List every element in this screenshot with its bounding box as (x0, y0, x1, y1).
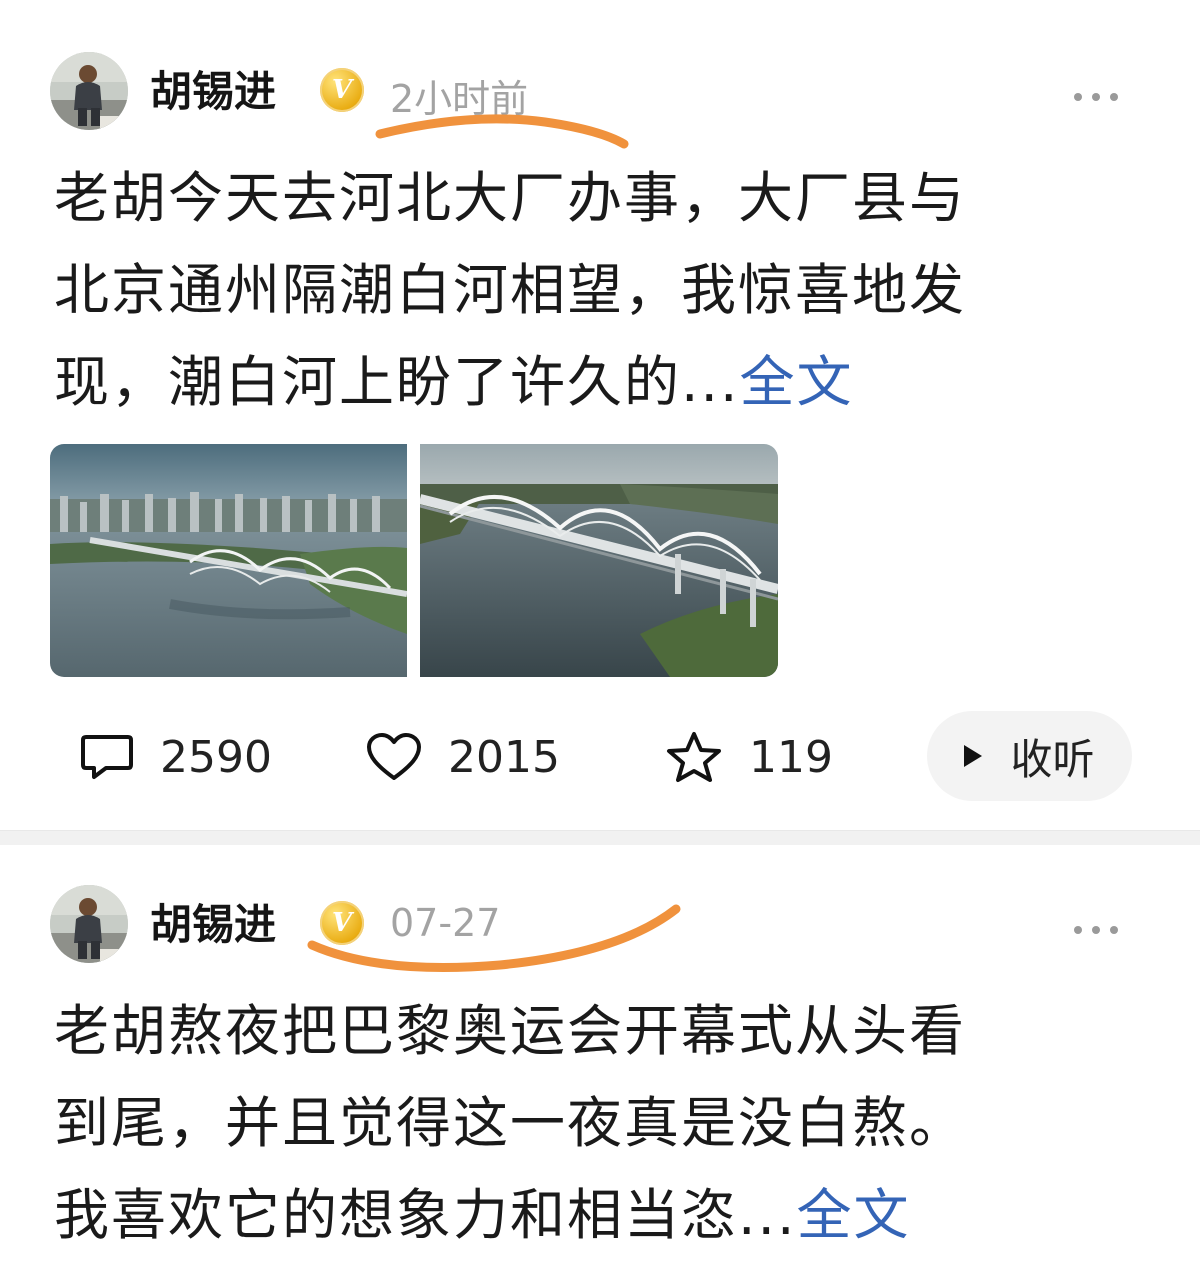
feed-post[interactable]: 胡锡进 V 07-27 老胡熬夜把巴黎奥运会开幕式从头看 到尾，并且觉得这一夜真… (0, 845, 1200, 1274)
content-line: 现，潮白河上盼了许久的...全文 (54, 336, 1154, 428)
play-icon (964, 745, 983, 767)
avatar[interactable] (50, 52, 128, 130)
content-text: 我喜欢它的想象力和相当恣... (54, 1183, 797, 1247)
content-line: 老胡今天去河北大厂办事，大厂县与 (54, 166, 967, 230)
post-time: 2小时前 (390, 77, 529, 121)
avatar-photo (50, 52, 128, 130)
post-divider (0, 830, 1200, 845)
author-name[interactable]: 胡锡进 (150, 58, 276, 119)
comment-button[interactable]: 2590 (80, 722, 272, 792)
favorite-button[interactable]: 119 (665, 722, 833, 792)
content-line: 老胡熬夜把巴黎奥运会开幕式从头看 (54, 999, 967, 1063)
listen-label: 收听 (1010, 734, 1095, 784)
like-button[interactable]: 2015 (366, 722, 560, 792)
favorite-count: 119 (749, 731, 833, 783)
photo-image (50, 444, 407, 677)
like-count: 2015 (448, 731, 560, 783)
star-icon (667, 732, 721, 782)
avatar[interactable] (50, 885, 128, 963)
more-dots-icon[interactable] (1074, 919, 1130, 934)
bridge-aerial-city-photo[interactable] (50, 444, 407, 677)
post-content[interactable]: 老胡熬夜把巴黎奥运会开幕式从头看 到尾，并且觉得这一夜真是没白熬。 我喜欢它的想… (54, 985, 1154, 1261)
full-text-link[interactable]: 全文 (739, 350, 853, 414)
comment-bubble-icon (81, 735, 133, 779)
verified-badge-icon: V (320, 901, 364, 945)
verified-badge-icon: V (320, 68, 364, 112)
feed-post[interactable]: 胡锡进 V 2小时前 老胡今天去河北大厂办事，大厂县与 北京通州隔潮白河相望，我… (0, 0, 1200, 830)
content-line: 到尾，并且觉得这一夜真是没白熬。 (54, 1091, 967, 1155)
listen-button[interactable]: 收听 (927, 711, 1132, 801)
author-name[interactable]: 胡锡进 (150, 891, 276, 952)
full-text-link[interactable]: 全文 (796, 1183, 910, 1247)
more-dots-icon[interactable] (1074, 86, 1130, 101)
avatar-photo (50, 885, 128, 963)
bridge-aerial-river-photo[interactable] (420, 444, 778, 677)
heart-icon (367, 733, 421, 780)
comment-count: 2590 (160, 731, 272, 783)
photo-image (420, 444, 778, 677)
post-time: 07-27 (390, 901, 501, 945)
content-text: 现，潮白河上盼了许久的... (54, 350, 740, 414)
content-line: 我喜欢它的想象力和相当恣...全文 (54, 1169, 1154, 1261)
post-content[interactable]: 老胡今天去河北大厂办事，大厂县与 北京通州隔潮白河相望，我惊喜地发 现，潮白河上… (54, 152, 1154, 428)
content-line: 北京通州隔潮白河相望，我惊喜地发 (54, 258, 967, 322)
